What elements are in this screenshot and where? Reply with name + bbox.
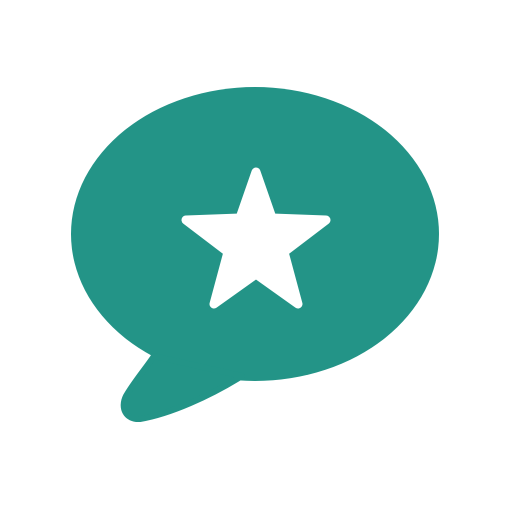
icon-canvas <box>0 0 512 512</box>
speech-bubble-star-icon <box>0 0 512 512</box>
